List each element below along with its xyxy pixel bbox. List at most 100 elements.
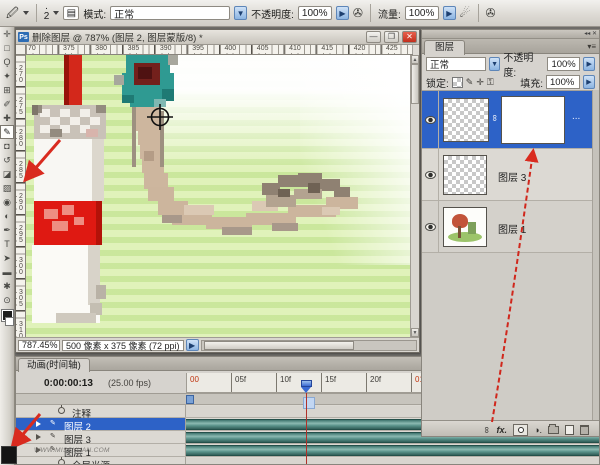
lasso-tool-icon[interactable]: Ǫ: [0, 55, 14, 69]
stopwatch-icon[interactable]: [58, 459, 65, 465]
delete-layer-icon[interactable]: [580, 425, 589, 435]
dodge-tool-icon[interactable]: ◐: [0, 209, 14, 223]
zoom-tool-icon[interactable]: ⊙: [0, 293, 14, 307]
gradient-tool-icon[interactable]: ▨: [0, 181, 14, 195]
airbrush-icon[interactable]: ✇: [353, 7, 363, 19]
blend-mode-dropdown-icon[interactable]: ▼: [234, 6, 247, 20]
eraser-tool-icon[interactable]: ◪: [0, 167, 14, 181]
v-ruler-label: 290: [17, 193, 26, 211]
layer-thumbnail[interactable]: [443, 207, 487, 247]
layers-scrollbar[interactable]: [592, 90, 599, 420]
crop-tool-icon[interactable]: ⊞: [0, 83, 14, 97]
panel-menu-icon[interactable]: ▾≡: [587, 42, 596, 51]
global-light-track-label-col: 全局光源: [16, 457, 186, 465]
opacity-slider-icon[interactable]: ▶: [336, 6, 349, 20]
flow-input[interactable]: 100%: [405, 6, 439, 20]
pen-tool-icon[interactable]: ✒: [0, 223, 14, 237]
opacity-value: 100%: [302, 8, 328, 19]
playhead[interactable]: [301, 380, 312, 393]
horizontal-scrollbar[interactable]: [201, 340, 417, 351]
link-layers-icon[interactable]: ∞: [482, 426, 492, 432]
shape-tool-icon[interactable]: ▬: [0, 265, 14, 279]
background-color-swatch[interactable]: [5, 317, 14, 326]
eye-icon[interactable]: [425, 223, 436, 231]
canvas[interactable]: [26, 55, 410, 337]
playhead-line: [306, 393, 307, 464]
clone-stamp-tool-icon[interactable]: ◘: [0, 139, 14, 153]
work-area-start-marker[interactable]: [186, 395, 194, 404]
layer-row-layer-2[interactable]: ∞ ...: [422, 91, 594, 149]
layers-panel-footer: ∞ fx. ◑.: [422, 420, 599, 437]
toggle-brushes-palette-button[interactable]: ▤: [63, 6, 79, 20]
lock-transparency-icon[interactable]: [452, 77, 463, 88]
healing-brush-tool-icon[interactable]: ✚: [0, 111, 14, 125]
layer-thumbnail[interactable]: [443, 98, 489, 142]
minimize-button[interactable]: —: [366, 31, 381, 43]
layer-blend-mode-select[interactable]: 正常: [426, 57, 486, 71]
lock-all-icon[interactable]: ⚿: [487, 77, 494, 87]
brush-size-preview[interactable]: ·2: [44, 5, 50, 21]
current-time[interactable]: 0:00:00:13: [44, 378, 93, 389]
close-button[interactable]: ✕: [402, 31, 417, 43]
track-global-light[interactable]: 全局光源: [16, 457, 599, 465]
scroll-down-icon[interactable]: ▼: [411, 328, 419, 337]
type-tool-icon[interactable]: T: [0, 237, 14, 251]
brush-tool-icon[interactable]: ✎: [0, 125, 14, 139]
layer-style-icon[interactable]: fx.: [497, 425, 508, 435]
brush-preset-icon[interactable]: 🖉: [6, 7, 19, 19]
panel-dock-header[interactable]: ◂◂ ✕: [422, 30, 599, 39]
adjustment-layer-icon[interactable]: ◑.: [534, 425, 542, 435]
eye-icon[interactable]: [425, 116, 436, 124]
layer-opacity-slider-icon[interactable]: ▶: [583, 57, 595, 71]
history-brush-tool-icon[interactable]: ↺: [0, 153, 14, 167]
layer-mask-thumbnail[interactable]: [501, 96, 565, 144]
flow-slider-icon[interactable]: ▶: [443, 6, 456, 20]
tab-layers[interactable]: 图层: [424, 40, 465, 55]
expand-triangle-icon[interactable]: [36, 434, 41, 440]
layer-row-layer-1[interactable]: 图层 1: [422, 201, 594, 253]
layer-blend-dropdown-icon[interactable]: ▼: [489, 57, 501, 71]
lock-position-icon[interactable]: ✛: [476, 77, 484, 87]
new-group-icon[interactable]: [548, 426, 559, 434]
zoom-level-input[interactable]: 787.45%: [18, 340, 60, 351]
blur-tool-icon[interactable]: ◉: [0, 195, 14, 209]
brush-preset-caret-icon[interactable]: [23, 11, 29, 15]
document-titlebar[interactable]: Ps 删除图层 @ 787% (图层 2, 图层蒙版/8) * — ❐ ✕: [16, 30, 419, 45]
status-menu-icon[interactable]: ▶: [186, 339, 199, 351]
quick-selection-tool-icon[interactable]: ✦: [0, 69, 14, 83]
layer-thumbnail[interactable]: [443, 155, 487, 195]
tab-animation-timeline[interactable]: 动画(时间轴): [18, 358, 90, 372]
mask-link-icon[interactable]: ∞: [490, 115, 500, 121]
fill-slider-icon[interactable]: ▶: [583, 75, 595, 89]
new-layer-icon[interactable]: [565, 425, 574, 435]
scroll-up-icon[interactable]: ▲: [411, 55, 419, 64]
brush-size-caret-icon[interactable]: [53, 11, 59, 15]
horizontal-scroll-thumb[interactable]: [204, 341, 354, 350]
hand-tool-icon[interactable]: ✱: [0, 279, 14, 293]
v-ruler-label: 295: [17, 225, 26, 243]
eye-icon[interactable]: [425, 171, 436, 179]
v-ruler-label: 285: [17, 161, 26, 179]
expand-triangle-icon[interactable]: [36, 421, 41, 427]
fill-input[interactable]: 100%: [546, 75, 580, 89]
move-tool-icon[interactable]: ✛: [0, 27, 14, 41]
airbrush-toggle-icon[interactable]: ☄: [460, 7, 471, 19]
eyedropper-tool-icon[interactable]: ✐: [0, 97, 14, 111]
layer-opacity-input[interactable]: 100%: [547, 57, 580, 71]
brush-palette-icon[interactable]: ✇: [486, 7, 496, 19]
layer-opacity-value: 100%: [551, 59, 575, 70]
lock-pixels-icon[interactable]: ✎: [466, 77, 474, 87]
path-selection-tool-icon[interactable]: ➤: [0, 251, 14, 265]
maximize-button[interactable]: ❐: [384, 31, 399, 43]
opacity-input[interactable]: 100%: [298, 6, 332, 20]
marquee-tool-icon[interactable]: □: [0, 41, 14, 55]
h-ruler-label: 410: [288, 45, 302, 53]
add-layer-mask-button[interactable]: [513, 424, 528, 436]
scroll-thumb[interactable]: [411, 64, 419, 104]
blend-mode-select[interactable]: 正常: [110, 6, 230, 20]
vertical-scrollbar[interactable]: ▲ ▼: [410, 55, 419, 337]
layer-1-track-lane[interactable]: [186, 445, 599, 456]
layer-row-layer-3[interactable]: 图层 3: [422, 149, 594, 201]
global-light-track-lane[interactable]: [186, 458, 599, 465]
stopwatch-icon[interactable]: [58, 407, 65, 414]
